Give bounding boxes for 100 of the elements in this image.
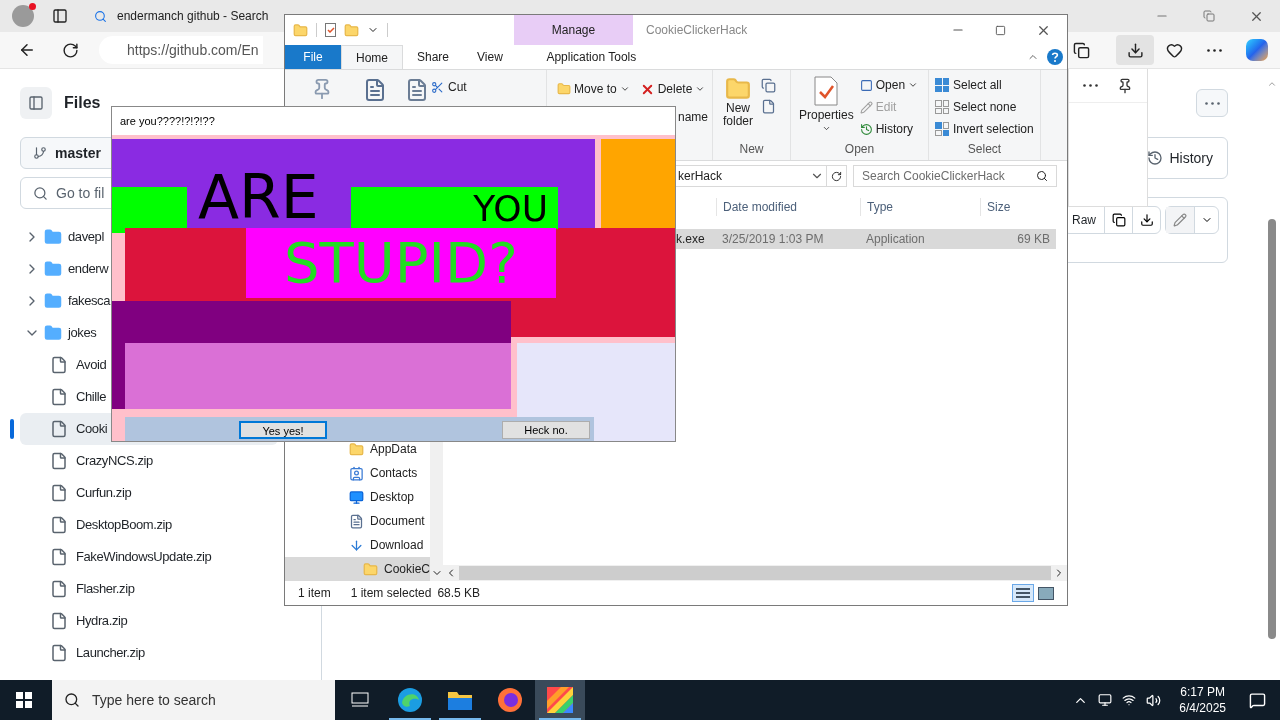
properties-button[interactable]: Properties: [799, 76, 854, 140]
pin-icon[interactable]: [1117, 77, 1133, 94]
reload-icon[interactable]: [62, 41, 79, 59]
table-cell-text: k.exe: [675, 231, 706, 248]
downloads-button[interactable]: [1116, 35, 1154, 65]
tree-item[interactable]: Flasher.zip: [20, 573, 278, 605]
nav-item[interactable]: Desktop: [285, 485, 431, 509]
folder-icon: [44, 260, 62, 278]
tree-item[interactable]: Avoid: [20, 349, 278, 381]
restore-icon[interactable]: [1203, 10, 1215, 22]
file-name: Launcher.zip: [76, 644, 145, 663]
tree-item[interactable]: fakesca: [20, 285, 278, 317]
invert-selection-button[interactable]: Invert selection: [935, 120, 1040, 138]
maximize-icon[interactable]: [995, 24, 1006, 36]
collections-icon[interactable]: [1073, 41, 1090, 59]
tree-item[interactable]: Launcher.zip: [20, 637, 278, 669]
tree-item[interactable]: DesktopBoom.zip: [20, 509, 278, 541]
easy-access-icon[interactable]: [761, 99, 776, 114]
horizontal-scrollbar[interactable]: [443, 565, 1067, 581]
ribbon-tab[interactable]: View: [463, 45, 517, 69]
context-group-label: Manage: [551, 22, 596, 39]
delete-button[interactable]: Delete: [639, 80, 706, 98]
column-header[interactable]: Type: [860, 198, 980, 216]
column-header[interactable]: Size: [980, 198, 1056, 216]
move-to-button[interactable]: Move to: [557, 80, 630, 98]
scrollbar-thumb[interactable]: [1268, 219, 1276, 639]
refresh-button[interactable]: [827, 165, 847, 187]
large-icons-view-button[interactable]: [1038, 586, 1054, 600]
headline-word: YOU: [473, 189, 548, 229]
ribbon-tab[interactable]: Home: [341, 45, 403, 69]
health-icon[interactable]: [1166, 41, 1183, 59]
tree-item[interactable]: jokes: [20, 317, 278, 349]
edit-button[interactable]: [1166, 207, 1194, 233]
nav-item[interactable]: Contacts: [285, 461, 431, 485]
fox-browser-icon: [497, 687, 523, 713]
back-icon[interactable]: [18, 41, 36, 59]
tree-item[interactable]: Curfun.zip: [20, 477, 278, 509]
file-tab[interactable]: File: [285, 45, 341, 69]
rename-button[interactable]: name: [678, 108, 712, 126]
branch-icon: [33, 146, 47, 160]
ribbon-tab[interactable]: Share: [403, 45, 464, 69]
file-icon: [50, 420, 68, 438]
select-all-button[interactable]: Select all: [935, 76, 1040, 94]
file-name: Chille: [76, 388, 107, 407]
tree-item[interactable]: enderw: [20, 253, 278, 285]
new-item-icon[interactable]: [761, 78, 776, 93]
history-icon: [859, 122, 873, 136]
taskbar-search-field[interactable]: Type here to search: [52, 680, 335, 720]
search-field[interactable]: Search CookieClickerHack: [853, 165, 1057, 187]
search-icon: [1036, 170, 1048, 182]
copilot-icon[interactable]: [1246, 39, 1268, 61]
history-button[interactable]: History: [1147, 147, 1213, 169]
history-button[interactable]: History: [859, 120, 919, 138]
address-field[interactable]: kerHack: [675, 165, 827, 187]
network-icon[interactable]: [1122, 693, 1137, 707]
caret-icon: [695, 84, 706, 94]
details-view-button[interactable]: [1012, 584, 1034, 602]
scrollbar-thumb[interactable]: [459, 566, 1051, 580]
address-bar[interactable]: https://github.com/En: [99, 36, 263, 64]
cut-button[interactable]: Cut: [431, 78, 467, 96]
file-name: jokes: [68, 324, 97, 343]
sidebar-toggle-button[interactable]: [20, 87, 52, 119]
nav-item[interactable]: Document: [285, 509, 431, 533]
scissors-icon: [431, 80, 444, 94]
selection-status: 1 item selected: [350, 585, 432, 602]
grid-icon: [935, 100, 949, 114]
panel-icon: [28, 95, 44, 111]
taskbar-app[interactable]: [535, 680, 585, 720]
task-view-icon: [351, 692, 369, 708]
dialog-button[interactable]: Yes yes!: [239, 420, 327, 439]
tab-actions-icon[interactable]: [52, 8, 68, 24]
nav-item[interactable]: CookieC: [285, 557, 431, 581]
file-name: Flasher.zip: [76, 580, 135, 599]
clock[interactable]: 6:17 PM 6/4/2025: [1171, 680, 1234, 720]
select-none-button[interactable]: Select none: [935, 98, 1040, 116]
file-name: CrazyNCS.zip: [76, 452, 153, 471]
help-icon[interactable]: [1047, 49, 1063, 65]
refresh-icon: [831, 170, 842, 182]
copy-icon[interactable]: [363, 78, 387, 102]
open-button[interactable]: Open: [859, 76, 919, 94]
dialog-button[interactable]: Heck no.: [502, 420, 590, 439]
download-arrow-icon: [349, 537, 364, 553]
profile-avatar[interactable]: [12, 5, 34, 27]
tree-item[interactable]: Chille: [20, 381, 278, 413]
browser-tab[interactable]: endermanch github - Search: [88, 2, 282, 30]
more-icon[interactable]: [1207, 48, 1222, 52]
search-icon: [33, 185, 48, 201]
tree-item[interactable]: CrazyNCS.zip: [20, 445, 278, 477]
nav-item[interactable]: Download: [285, 533, 431, 557]
file-name: Cooki: [76, 420, 108, 439]
tree-item[interactable]: FakeWindowsUpdate.zip: [20, 541, 278, 573]
properties-icon[interactable]: [325, 23, 336, 37]
volume-icon[interactable]: [1146, 692, 1162, 708]
file-icon: [50, 580, 68, 598]
new-folder-button[interactable]: New folder: [723, 76, 753, 140]
column-header[interactable]: Date modified: [716, 198, 860, 216]
more-icon[interactable]: [1083, 84, 1098, 87]
tree-item[interactable]: Hydra.zip: [20, 605, 278, 637]
paste-icon[interactable]: [405, 78, 429, 102]
folder-icon: [557, 82, 571, 96]
